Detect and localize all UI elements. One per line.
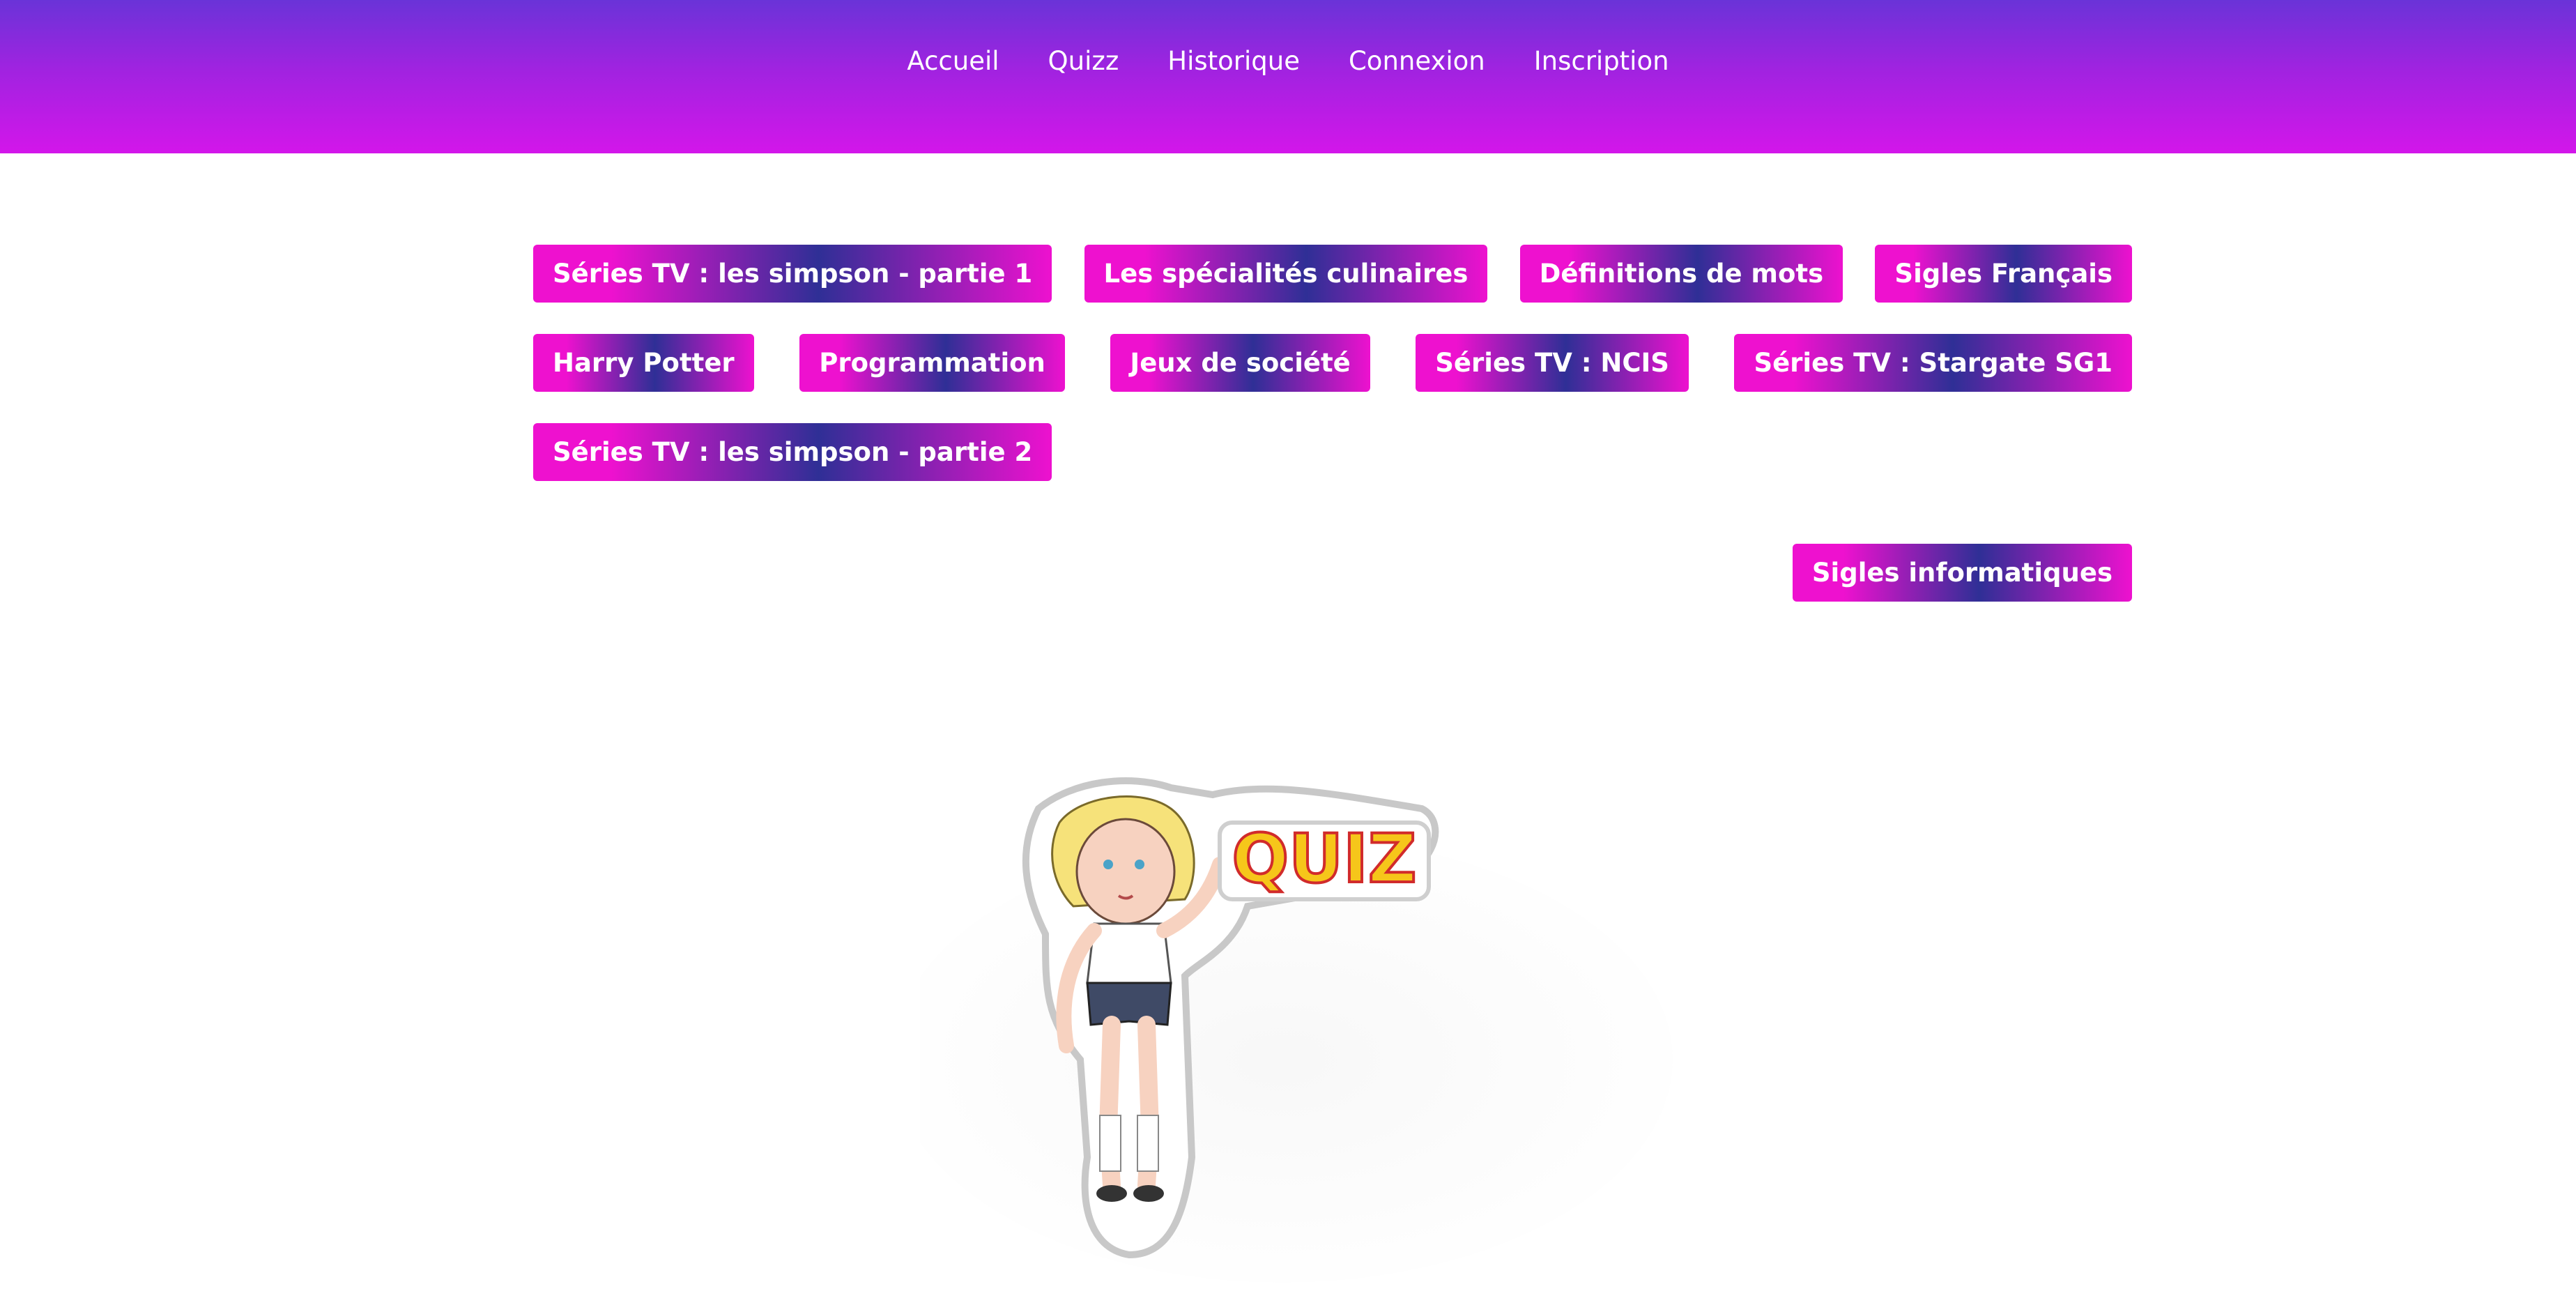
quiz-button-definitions-de-mots[interactable]: Définitions de mots bbox=[1519, 245, 1843, 303]
top-navigation-bar: Accueil Quizz Historique Connexion Inscr… bbox=[0, 0, 2576, 153]
quiz-button-grid: Séries TV : les simpson - partie 1 Les s… bbox=[533, 245, 2132, 602]
quiz-button-sigles-informatiques[interactable]: Sigles informatiques bbox=[1792, 544, 2132, 602]
quiz-button-stargate-sg1[interactable]: Séries TV : Stargate SG1 bbox=[1734, 334, 2132, 392]
quiz-button-jeux-de-societe[interactable]: Jeux de société bbox=[1110, 334, 1370, 392]
nav-link-connexion[interactable]: Connexion bbox=[1349, 42, 1485, 81]
nav-link-accueil[interactable]: Accueil bbox=[907, 42, 999, 81]
quiz-button-programmation[interactable]: Programmation bbox=[799, 334, 1065, 392]
quiz-logo: QUIZ bbox=[1218, 818, 1431, 901]
quiz-button-simpson-2[interactable]: Séries TV : les simpson - partie 2 bbox=[533, 423, 1052, 481]
quiz-button-ncis[interactable]: Séries TV : NCIS bbox=[1416, 334, 1689, 392]
quiz-logo-text: QUIZ bbox=[1232, 820, 1417, 898]
nav-link-quizz[interactable]: Quizz bbox=[1048, 42, 1119, 81]
nav-link-inscription[interactable]: Inscription bbox=[1534, 42, 1669, 81]
quiz-button-harry-potter[interactable]: Harry Potter bbox=[533, 334, 754, 392]
nav-link-historique[interactable]: Historique bbox=[1167, 42, 1300, 81]
quiz-button-simpson-1[interactable]: Séries TV : les simpson - partie 1 bbox=[533, 245, 1052, 303]
quiz-button-specialites-culinaires[interactable]: Les spécialités culinaires bbox=[1084, 245, 1488, 303]
quiz-button-sigles-francais[interactable]: Sigles Français bbox=[1875, 245, 2132, 303]
main-nav: Accueil Quizz Historique Connexion Inscr… bbox=[0, 42, 2576, 81]
quiz-girl-illustration: QUIZ bbox=[920, 777, 1673, 1283]
